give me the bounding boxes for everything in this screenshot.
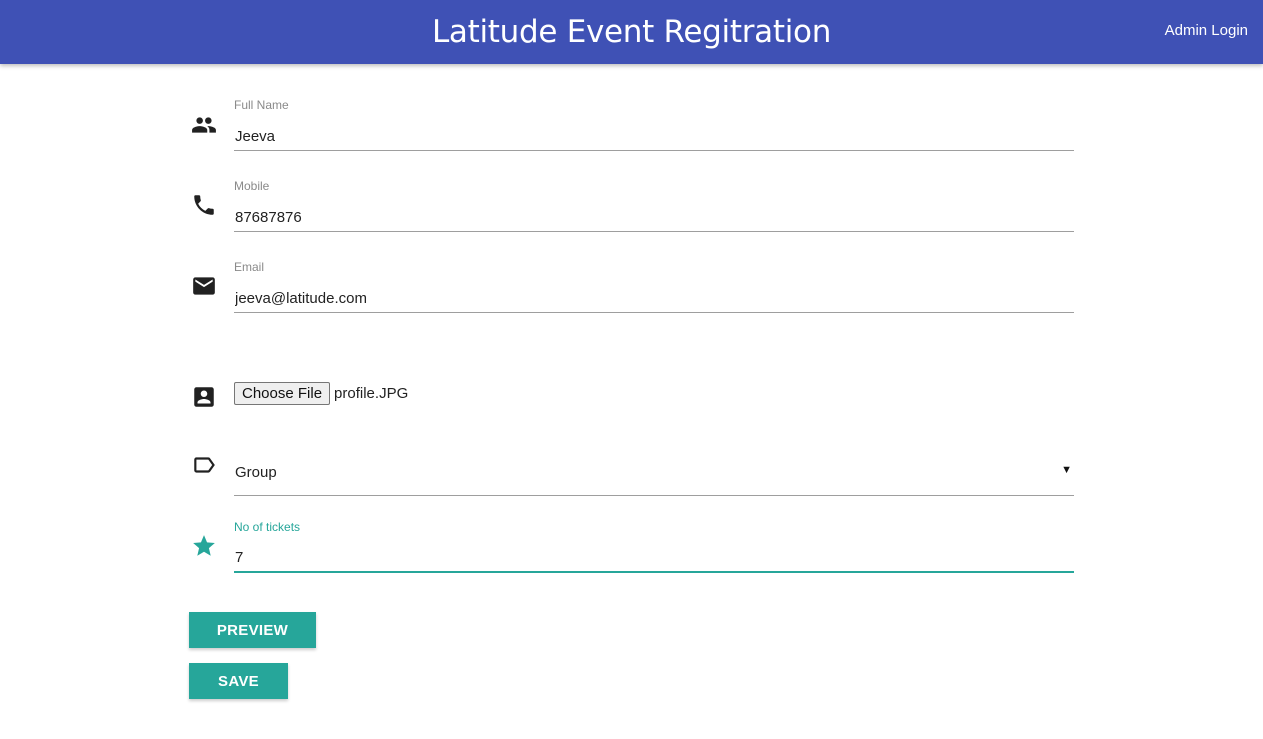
photo-upload: Choose File profile.JPG: [234, 382, 408, 405]
tickets-field: No of tickets: [234, 520, 1074, 573]
full-name-field: Full Name: [234, 98, 1074, 151]
save-button[interactable]: SAVE: [189, 663, 288, 699]
group-select[interactable]: Group ▼: [234, 455, 1074, 496]
preview-button[interactable]: PREVIEW: [189, 612, 316, 648]
page-title: Latitude Event Regitration: [431, 14, 832, 50]
star-icon: [191, 533, 217, 559]
admin-login-link[interactable]: Admin Login: [1165, 22, 1248, 39]
dropdown-arrow-icon: ▼: [1061, 464, 1072, 476]
email-icon: [191, 273, 217, 299]
email-label: Email: [234, 260, 265, 274]
selected-file-name: profile.JPG: [334, 385, 409, 402]
id-card-icon: [191, 384, 217, 410]
choose-file-button[interactable]: Choose File: [234, 382, 331, 405]
label-icon: [191, 452, 217, 478]
people-icon: [191, 112, 217, 138]
mobile-label: Mobile: [234, 179, 270, 193]
group-select-value: Group: [235, 464, 277, 481]
email-input[interactable]: [234, 276, 1074, 313]
mobile-field: Mobile: [234, 179, 1074, 232]
tickets-label: No of tickets: [234, 520, 301, 534]
mobile-input[interactable]: [234, 195, 1074, 232]
full-name-label: Full Name: [234, 98, 289, 112]
tickets-input[interactable]: [234, 536, 1074, 573]
full-name-input[interactable]: [234, 114, 1074, 151]
phone-icon: [191, 192, 217, 218]
email-field: Email: [234, 260, 1074, 313]
app-header: Latitude Event Regitration Admin Login: [0, 0, 1263, 64]
